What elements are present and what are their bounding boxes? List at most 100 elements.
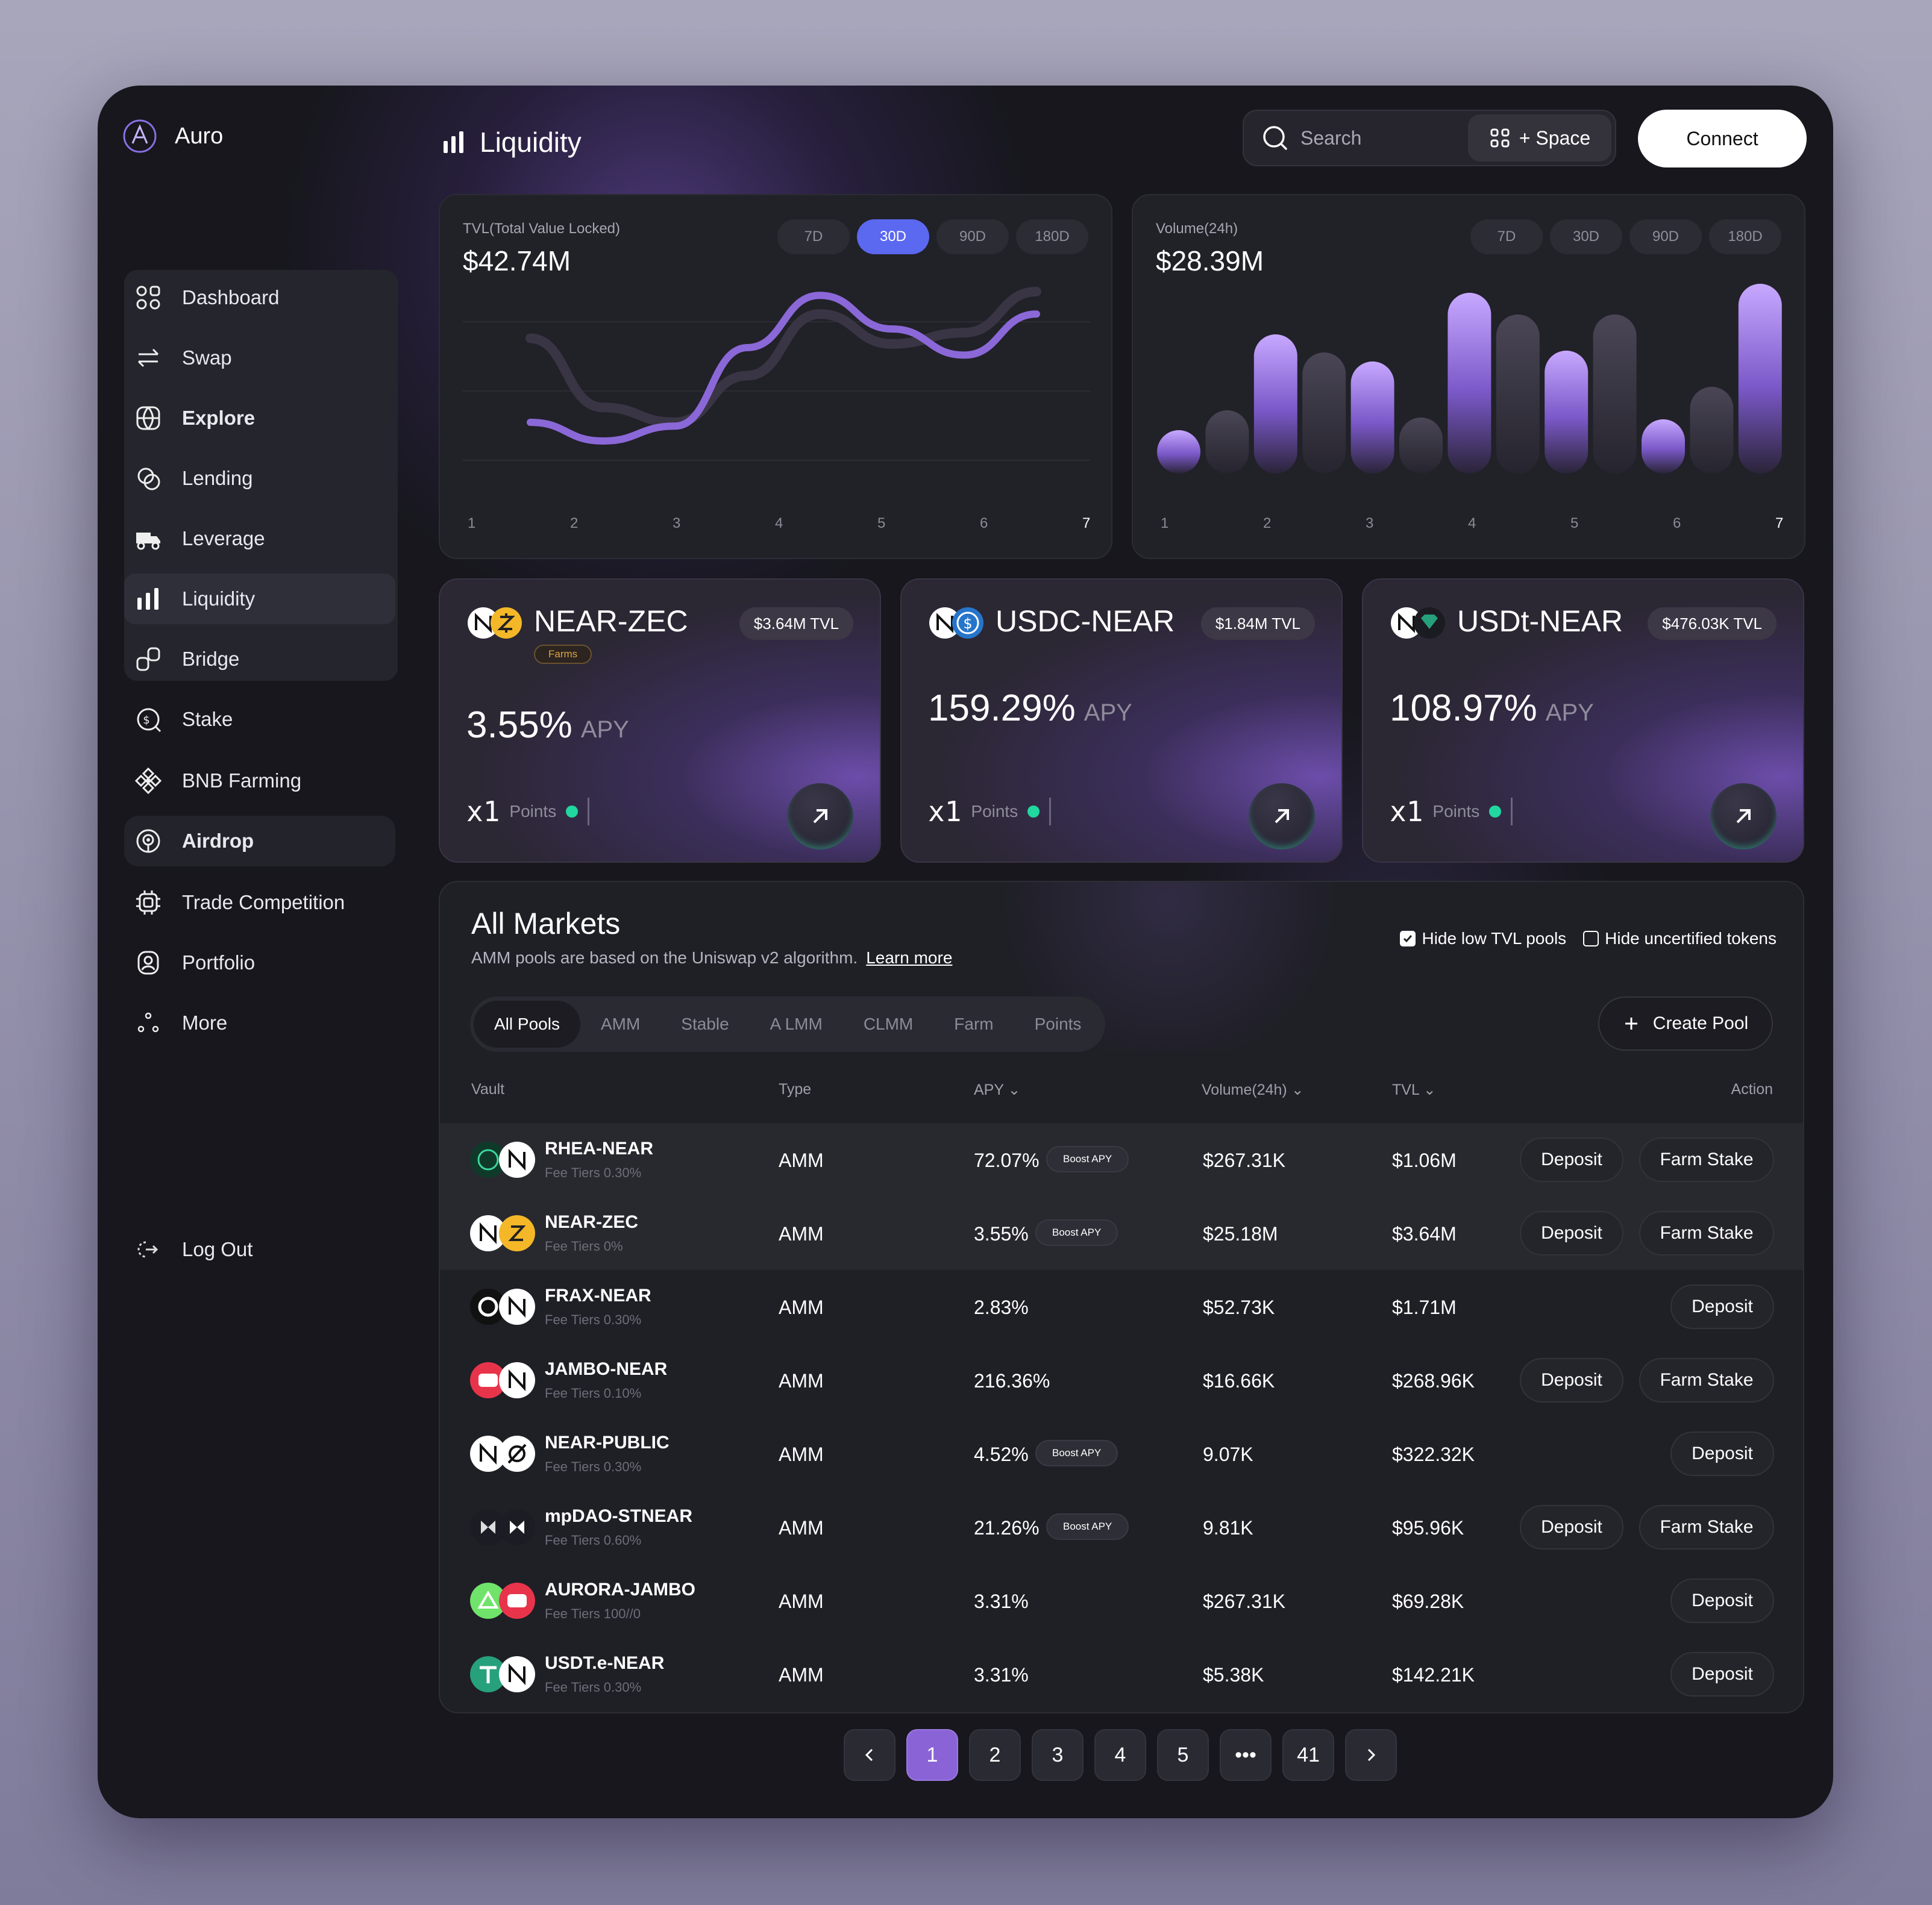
sidebar-item-swap[interactable]: Swap [124, 333, 395, 383]
deposit-button[interactable]: Deposit [1670, 1431, 1774, 1476]
table-row[interactable]: AURORA-JAMBO Fee Tiers 100//0 AMM 3.31% $267… [440, 1564, 1803, 1638]
pool-tvl: $3.64M [1392, 1223, 1457, 1245]
tab-stable[interactable]: Stable [660, 1001, 749, 1048]
boost-apy-badge[interactable]: Boost APY [1035, 1219, 1118, 1246]
near-zec-token-icons [468, 607, 522, 639]
page-1[interactable]: 1 [906, 1729, 958, 1781]
connect-button[interactable]: Connect [1638, 110, 1807, 167]
sidebar-item-label: BNB Farming [182, 769, 302, 792]
sidebar-item-more[interactable]: More [124, 998, 395, 1048]
sidebar-item-airdrop[interactable]: Airdrop [124, 816, 395, 866]
page-2[interactable]: 2 [969, 1729, 1021, 1781]
volume-range-30d[interactable]: 30D [1550, 219, 1622, 254]
arrow-up-right-icon [1736, 809, 1751, 824]
volume-range-180d[interactable]: 180D [1709, 219, 1781, 254]
tab-farm[interactable]: Farm [933, 1001, 1014, 1048]
pool-card-usdc-near[interactable]: $ USDC-NEAR $1.84M TVL 159.29% APY x1 Poi… [900, 578, 1343, 863]
deposit-button[interactable]: Deposit [1520, 1358, 1623, 1403]
boost-apy-badge[interactable]: Boost APY [1035, 1440, 1118, 1466]
farm-stake-button[interactable]: Farm Stake [1639, 1358, 1774, 1403]
pool-apy: 3.31% [974, 1591, 1029, 1612]
open-pool-button[interactable] [1710, 783, 1777, 849]
deposit-button[interactable]: Deposit [1520, 1505, 1623, 1550]
shortcut-label: + Space [1519, 127, 1591, 149]
volume-range-90d[interactable]: 90D [1629, 219, 1702, 254]
table-row[interactable]: mpDAO-STNEAR Fee Tiers 0.60% AMM 21.26% Boos… [440, 1491, 1803, 1564]
table-row[interactable]: FRAX-NEAR Fee Tiers 0.30% AMM 2.83% $52.73K $… [440, 1270, 1803, 1344]
create-pool-button[interactable]: Create Pool [1598, 996, 1773, 1051]
sidebar-item-bridge[interactable]: Bridge [124, 634, 395, 684]
deposit-button[interactable]: Deposit [1670, 1284, 1774, 1329]
pool-type: AMM [779, 1297, 824, 1318]
learn-more-link[interactable]: Learn more [866, 948, 952, 967]
swap-icon [134, 343, 163, 372]
page-ellipsis[interactable]: ••• [1220, 1729, 1272, 1781]
page-5[interactable]: 5 [1157, 1729, 1209, 1781]
volume-bar [1302, 352, 1346, 474]
boost-apy-badge[interactable]: Boost APY [1046, 1513, 1129, 1540]
volume-chart-card: 1 2 3 4 5 6 7 Volume(24h) $28.39M 7D 30D 90D 180D [1132, 194, 1805, 559]
pool-card-apy: 3.55% APY [466, 704, 629, 746]
tvl-range-7d[interactable]: 7D [777, 219, 850, 254]
sidebar-item-leverage[interactable]: Leverage [124, 513, 395, 564]
page-41[interactable]: 41 [1282, 1729, 1334, 1781]
boost-apy-badge[interactable]: Boost APY [1046, 1146, 1129, 1172]
tvl-range-30d[interactable]: 30D [857, 219, 929, 254]
page-3[interactable]: 3 [1032, 1729, 1084, 1781]
shortcut-badge: + Space [1468, 114, 1611, 161]
tvl-range-180d[interactable]: 180D [1016, 219, 1088, 254]
logout-button[interactable]: Log Out [124, 1224, 395, 1275]
tvl-range-90d[interactable]: 90D [936, 219, 1009, 254]
search-input[interactable]: Search + Space [1243, 110, 1616, 166]
sidebar-item-portfolio[interactable]: Portfolio [124, 937, 395, 988]
column-volume[interactable]: Volume(24h) ⌄ [1202, 1081, 1304, 1099]
table-row[interactable]: NEAR-PUBLIC Fee Tiers 0.30% AMM 4.52% Boost … [440, 1417, 1803, 1491]
sidebar-item-bnb-farming[interactable]: BNB Farming [124, 755, 395, 806]
farm-stake-button[interactable]: Farm Stake [1639, 1505, 1774, 1550]
sidebar-item-liquidity[interactable]: Liquidity [124, 574, 395, 624]
sidebar-item-dashboard[interactable]: Dashboard [124, 272, 395, 323]
table-row[interactable]: USDT.e-NEAR Fee Tiers 0.30% AMM 3.31% $5.38K… [440, 1638, 1803, 1711]
pool-card-near-zec[interactable]: NEAR-ZEC $3.64M TVL Farms 3.55% APY x1 Po… [439, 578, 881, 863]
table-row[interactable]: JAMBO-NEAR Fee Tiers 0.10% AMM 216.36% $16.6… [440, 1344, 1803, 1417]
open-pool-button[interactable] [787, 783, 853, 849]
tab-points[interactable]: Points [1014, 1001, 1102, 1048]
tab-all-pools[interactable]: All Pools [474, 1001, 580, 1048]
sidebar-item-lending[interactable]: Lending [124, 453, 395, 504]
hide-low-tvl-checkbox[interactable]: Hide low TVL pools [1400, 929, 1566, 948]
pool-apy: 21.26% [974, 1517, 1040, 1539]
sidebar-item-label: Bridge [182, 648, 240, 670]
tab-a-lmm[interactable]: A LMM [750, 1001, 843, 1048]
farm-stake-button[interactable]: Farm Stake [1639, 1137, 1774, 1182]
volume-label: Volume(24h) [1156, 221, 1238, 237]
farm-stake-button[interactable]: Farm Stake [1639, 1211, 1774, 1256]
pool-card-usdt-near[interactable]: USDt-NEAR $476.03K TVL 108.97% APY x1 Poi… [1362, 578, 1804, 863]
sidebar-item-trade-competition[interactable]: Trade Competition [124, 877, 395, 928]
pool-card-name: USDt-NEAR [1457, 604, 1623, 638]
table-row[interactable]: RHEA-NEAR Fee Tiers 0.30% AMM 72.07% Boost A… [440, 1123, 1803, 1196]
deposit-button[interactable]: Deposit [1670, 1578, 1774, 1623]
pool-card-tvl: $476.03K TVL [1648, 607, 1777, 640]
column-tvl[interactable]: TVL ⌄ [1392, 1081, 1436, 1099]
prev-page-button[interactable] [844, 1729, 895, 1781]
volume-x-tick: 2 [1263, 515, 1271, 531]
next-page-button[interactable] [1345, 1729, 1397, 1781]
bar-chart-icon [444, 131, 463, 153]
tvl-label: TVL(Total Value Locked) [463, 221, 621, 237]
column-apy[interactable]: APY ⌄ [974, 1081, 1020, 1099]
deposit-button[interactable]: Deposit [1520, 1137, 1623, 1182]
sidebar-item-explore[interactable]: Explore [124, 393, 395, 443]
open-pool-button[interactable] [1249, 783, 1315, 849]
brand[interactable]: Auro [122, 110, 223, 163]
hide-uncertified-checkbox[interactable]: Hide uncertified tokens [1583, 929, 1777, 948]
pool-volume: $5.38K [1203, 1664, 1264, 1686]
deposit-button[interactable]: Deposit [1520, 1211, 1623, 1256]
table-row[interactable]: NEAR-ZEC Fee Tiers 0% AMM 3.55% Boost APY $25… [440, 1196, 1803, 1270]
tab-clmm[interactable]: CLMM [843, 1001, 933, 1048]
page-4[interactable]: 4 [1094, 1729, 1146, 1781]
tab-amm[interactable]: AMM [580, 1001, 660, 1048]
volume-range-7d[interactable]: 7D [1470, 219, 1543, 254]
sidebar-item-stake[interactable]: $ Stake [124, 694, 395, 745]
deposit-button[interactable]: Deposit [1670, 1652, 1774, 1697]
markets-subtitle: AMM pools are based on the Uniswap v2 al… [471, 948, 952, 968]
